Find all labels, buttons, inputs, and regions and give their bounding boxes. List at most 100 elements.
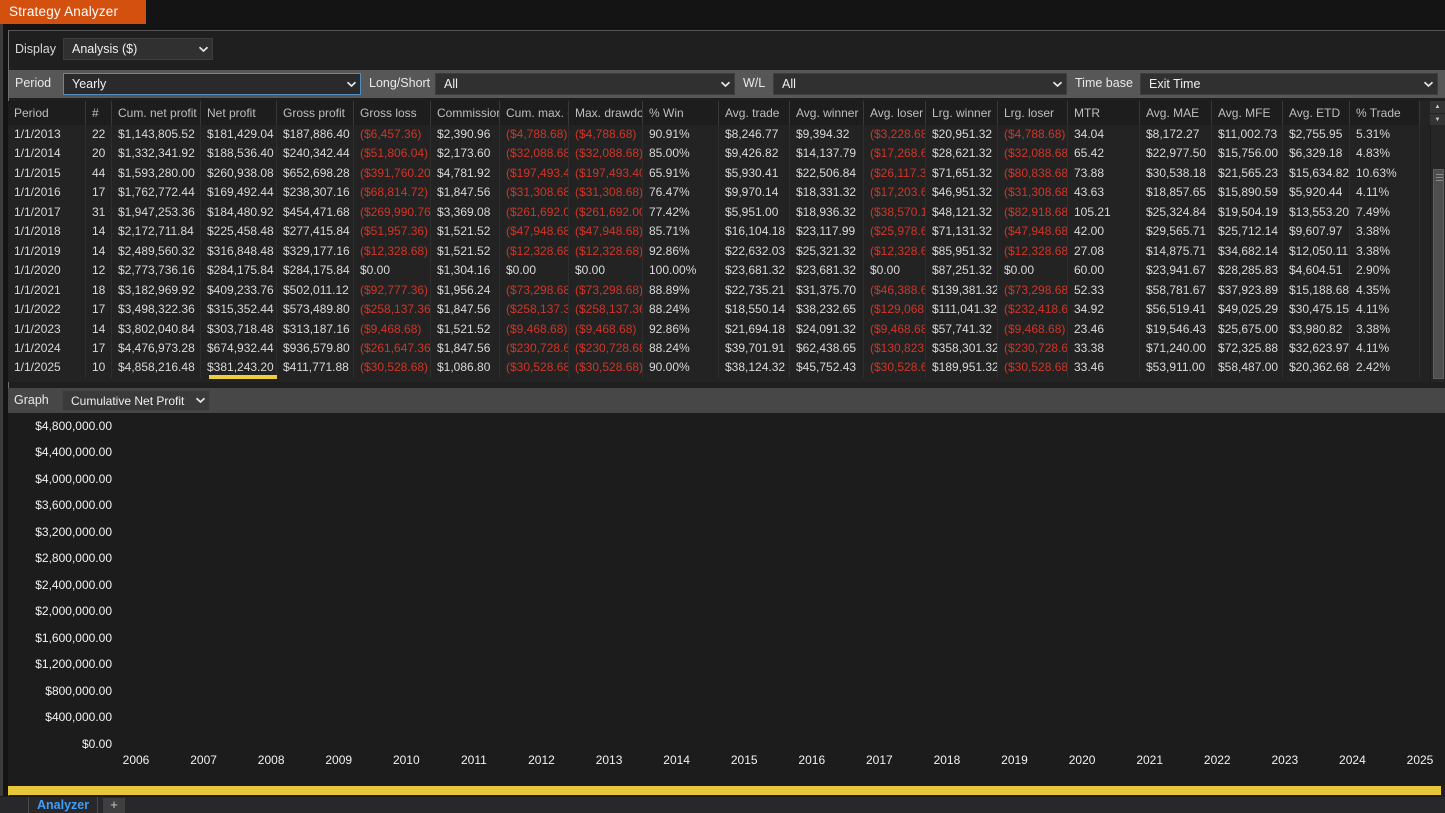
column-header-gross-profit[interactable]: Gross profit xyxy=(277,101,354,125)
table-row[interactable]: 1/1/201814$2,172,711.84$225,458.48$277,4… xyxy=(8,222,1420,241)
table-row[interactable]: 1/1/202118$3,182,969.92$409,233.76$502,0… xyxy=(8,281,1420,300)
table-cell: $316,848.48 xyxy=(201,242,277,261)
table-cell: ($129,068.68) xyxy=(864,300,926,319)
column-header-mtr[interactable]: MTR xyxy=(1068,101,1140,125)
table-row[interactable]: 1/1/201544$1,593,280.00$260,938.08$652,6… xyxy=(8,164,1420,183)
table-cell: 2.90% xyxy=(1350,261,1420,280)
table-cell: $5,951.00 xyxy=(719,203,790,222)
graph-label: Graph xyxy=(14,393,49,407)
x-tick-label: 2012 xyxy=(507,753,575,767)
table-scroll-arrows: ▲ ▼ xyxy=(1430,101,1445,125)
table-cell: $23,681.32 xyxy=(790,261,864,280)
table-cell: 1/1/2022 xyxy=(8,300,86,319)
table-cell: $329,177.16 xyxy=(277,242,354,261)
table-cell: 4.83% xyxy=(1350,144,1420,163)
table-row[interactable]: 1/1/201322$1,143,805.52$181,429.04$187,8… xyxy=(8,125,1420,144)
table-cell: 1/1/2025 xyxy=(8,358,86,377)
table-cell: $30,538.18 xyxy=(1140,164,1212,183)
table-cell: $16,104.18 xyxy=(719,222,790,241)
time-base-select[interactable]: Exit Time xyxy=(1140,73,1438,95)
strategy-analyzer-tab[interactable]: Strategy Analyzer xyxy=(0,0,146,24)
table-cell: ($258,137.36) xyxy=(354,300,431,319)
table-cell: 34.04 xyxy=(1068,125,1140,144)
table-cell: $573,489.80 xyxy=(277,300,354,319)
column-header--win[interactable]: % Win xyxy=(643,101,719,125)
chart-hscrollbar[interactable] xyxy=(8,786,1441,795)
add-tab-button[interactable]: + xyxy=(103,798,125,813)
vscroll-thumb[interactable] xyxy=(1433,169,1444,379)
column-header-avg-mfe[interactable]: Avg. MFE xyxy=(1212,101,1283,125)
table-row[interactable]: 1/1/202217$3,498,322.36$315,352.44$573,4… xyxy=(8,300,1420,319)
column-header-lrg-loser[interactable]: Lrg. loser xyxy=(998,101,1068,125)
table-cell: $29,565.71 xyxy=(1140,222,1212,241)
table-cell: 7.49% xyxy=(1350,203,1420,222)
table-row[interactable]: 1/1/202417$4,476,973.28$674,932.44$936,5… xyxy=(8,339,1420,358)
table-row[interactable]: 1/1/201617$1,762,772.44$169,492.44$238,3… xyxy=(8,183,1420,202)
column-header-commission[interactable]: Commission xyxy=(431,101,500,125)
y-tick-label: $0.00 xyxy=(12,737,112,751)
y-tick-label: $3,200,000.00 xyxy=(12,525,112,539)
table-row[interactable]: 1/1/201420$1,332,341.92$188,536.40$240,3… xyxy=(8,144,1420,163)
x-tick-label: 2009 xyxy=(305,753,373,767)
table-row[interactable]: 1/1/201731$1,947,253.36$184,480.92$454,4… xyxy=(8,203,1420,222)
table-cell: $0.00 xyxy=(569,261,643,280)
wl-select[interactable]: All xyxy=(773,73,1067,95)
table-row[interactable]: 1/1/201914$2,489,560.32$316,848.48$329,1… xyxy=(8,242,1420,261)
table-cell: $0.00 xyxy=(864,261,926,280)
table-cell: $1,086.80 xyxy=(431,358,500,377)
column-header-avg-trade[interactable]: Avg. trade xyxy=(719,101,790,125)
scroll-up-icon[interactable]: ▲ xyxy=(1430,101,1445,114)
table-cell: 92.86% xyxy=(643,242,719,261)
table-cell: ($391,760.20) xyxy=(354,164,431,183)
period-select[interactable]: Yearly xyxy=(63,73,361,95)
column-header-gross-loss[interactable]: Gross loss xyxy=(354,101,431,125)
column-header-net-profit[interactable]: Net profit xyxy=(201,101,277,125)
window-title: Strategy Analyzer xyxy=(9,4,118,19)
table-cell: ($3,228.68) xyxy=(864,125,926,144)
long-short-select[interactable]: All xyxy=(435,73,735,95)
column-header-cum-net-profit[interactable]: Cum. net profit xyxy=(112,101,201,125)
column-header-period[interactable]: Period xyxy=(8,101,86,125)
period-select-value: Yearly xyxy=(64,77,342,91)
table-cell: $1,847.56 xyxy=(431,183,500,202)
table-cell: $71,240.00 xyxy=(1140,339,1212,358)
column-header-avg-etd[interactable]: Avg. ETD xyxy=(1283,101,1350,125)
table-cell: $6,329.18 xyxy=(1283,144,1350,163)
graph-select[interactable]: Cumulative Net Profit xyxy=(62,390,210,411)
column-header-avg-loser[interactable]: Avg. loser xyxy=(864,101,926,125)
table-cell: 4.35% xyxy=(1350,281,1420,300)
table-cell: ($12,328.68) xyxy=(500,242,569,261)
tab-analyzer[interactable]: Analyzer xyxy=(28,797,98,813)
table-vscrollbar[interactable] xyxy=(1430,125,1445,382)
table-cell: ($32,088.68) xyxy=(500,144,569,163)
table-cell: $277,415.84 xyxy=(277,222,354,241)
table-cell: $3,369.08 xyxy=(431,203,500,222)
table-cell: $411,771.88 xyxy=(277,358,354,377)
bottom-tab-bar: Analyzer + xyxy=(0,796,1445,813)
table-cell: 4.11% xyxy=(1350,339,1420,358)
column-header-cum-max-drawdown[interactable]: Cum. max. drawdown xyxy=(500,101,569,125)
column-header-max-drawdown[interactable]: Max. drawdown xyxy=(569,101,643,125)
table-row[interactable]: 1/1/202314$3,802,040.84$303,718.48$313,1… xyxy=(8,320,1420,339)
table-cell: ($269,990.76) xyxy=(354,203,431,222)
column-header-avg-mae[interactable]: Avg. MAE xyxy=(1140,101,1212,125)
table-cell: ($261,692.00) xyxy=(500,203,569,222)
table-cell: $169,492.44 xyxy=(201,183,277,202)
column-header-avg-winner[interactable]: Avg. winner xyxy=(790,101,864,125)
table-cell: $18,857.65 xyxy=(1140,183,1212,202)
column-header-lrg-winner[interactable]: Lrg. winner xyxy=(926,101,998,125)
display-select[interactable]: Analysis ($) xyxy=(63,38,213,60)
table-cell: $139,381.32 xyxy=(926,281,998,300)
x-tick-label: 2007 xyxy=(170,753,238,767)
table-cell: ($51,806.04) xyxy=(354,144,431,163)
table-cell: 5.31% xyxy=(1350,125,1420,144)
table-cell: $71,651.32 xyxy=(926,164,998,183)
column-header--trade[interactable]: % Trade xyxy=(1350,101,1420,125)
table-row[interactable]: 1/1/202012$2,773,736.16$284,175.84$284,1… xyxy=(8,261,1420,280)
table-cell: $4,476,973.28 xyxy=(112,339,201,358)
x-tick-label: 2013 xyxy=(575,753,643,767)
filter-band: Period Yearly Long/Short All W/L All Tim… xyxy=(9,70,1445,98)
chevron-down-icon xyxy=(194,46,212,53)
column-header--[interactable]: # xyxy=(86,101,112,125)
table-cell: 65.42 xyxy=(1068,144,1140,163)
